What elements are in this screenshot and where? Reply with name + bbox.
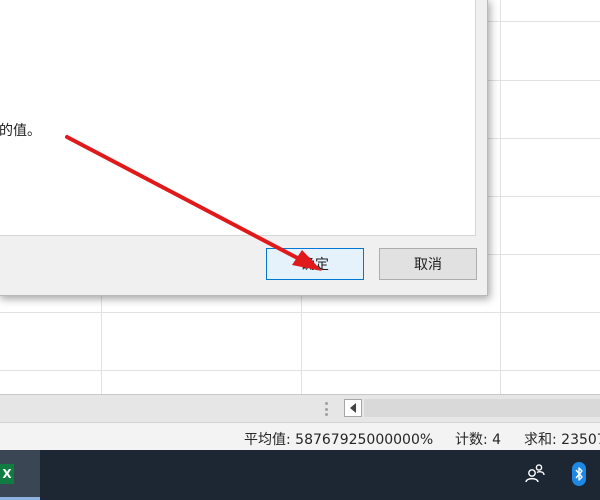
dialog-window: 的值。 确定 取消: [0, 0, 488, 296]
ok-button[interactable]: 确定: [266, 248, 364, 280]
cancel-button[interactable]: 取消: [379, 248, 477, 280]
splitter-grip-icon[interactable]: [325, 402, 329, 416]
status-bar: 平均值: 58767925000000% 计数: 4 求和: 23507: [0, 422, 600, 450]
status-count: 计数: 4: [455, 432, 502, 448]
scroll-left-button[interactable]: [344, 399, 362, 417]
horizontal-scrollbar[interactable]: [364, 399, 600, 417]
taskbar-excel-button[interactable]: X: [0, 450, 40, 500]
sheet-tab-bar: [0, 394, 600, 423]
dialog-body: 的值。: [0, 0, 476, 236]
people-icon[interactable]: [524, 462, 546, 484]
status-sum: 求和: 23507: [524, 432, 600, 448]
taskbar: X: [0, 450, 600, 500]
bluetooth-icon[interactable]: [569, 462, 589, 486]
status-average: 平均值: 58767925000000%: [244, 432, 434, 448]
screen: 的值。 确定 取消 平均值: 58767925000000% 计数: 4 求和:…: [0, 0, 600, 500]
arrow-left-icon: [350, 403, 356, 413]
excel-icon: X: [0, 464, 14, 484]
dialog-message: 的值。: [0, 123, 41, 139]
